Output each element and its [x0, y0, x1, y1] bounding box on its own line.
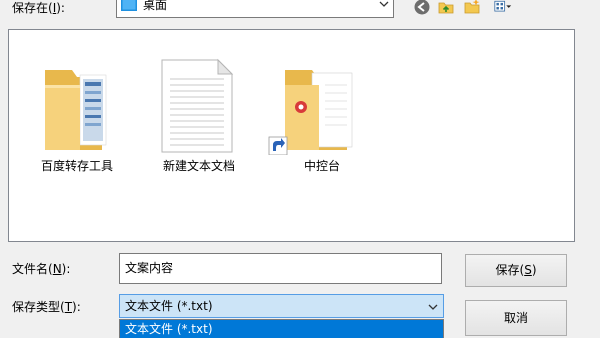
- desktop-icon: [121, 0, 137, 11]
- chevron-down-icon[interactable]: [379, 0, 389, 9]
- cancel-button[interactable]: 取消: [465, 300, 567, 336]
- up-folder-icon[interactable]: [437, 0, 455, 16]
- view-menu-icon[interactable]: [494, 0, 512, 16]
- file-name: 中控台: [303, 159, 340, 173]
- folder-icon: [45, 70, 107, 150]
- folder-shortcut-icon: [268, 70, 353, 155]
- file-item-control-center[interactable]: 中控台: [267, 55, 377, 175]
- filename-input[interactable]: 文案内容: [119, 253, 442, 284]
- filename-label: 文件名(N):: [12, 262, 71, 276]
- location-combobox[interactable]: 桌面: [116, 0, 394, 18]
- file-item-new-text-doc[interactable]: 新建文本文档: [144, 55, 254, 175]
- filetype-selected-text: 文本文件 (*.txt): [125, 299, 213, 313]
- chevron-down-icon[interactable]: [428, 302, 438, 312]
- filetype-dropdown-list[interactable]: 文本文件 (*.txt): [119, 319, 444, 338]
- location-text: 桌面: [143, 0, 168, 12]
- filetype-select[interactable]: 文本文件 (*.txt): [119, 294, 444, 318]
- back-icon[interactable]: [413, 0, 431, 16]
- text-document-icon: [161, 58, 234, 153]
- dropdown-option[interactable]: 文本文件 (*.txt): [120, 320, 443, 338]
- file-item-baidu-tool[interactable]: 百度转存工具: [22, 55, 132, 175]
- new-folder-icon[interactable]: [463, 0, 481, 16]
- file-list[interactable]: 百度转存工具 新建文本文档 中控台: [8, 29, 575, 242]
- filetype-label: 保存类型(T):: [12, 300, 81, 314]
- file-name: 新建文本文档: [162, 159, 235, 173]
- save-button[interactable]: 保存(S): [465, 254, 567, 287]
- file-name: 百度转存工具: [40, 159, 113, 173]
- save-in-label: 保存在(I):: [12, 1, 65, 15]
